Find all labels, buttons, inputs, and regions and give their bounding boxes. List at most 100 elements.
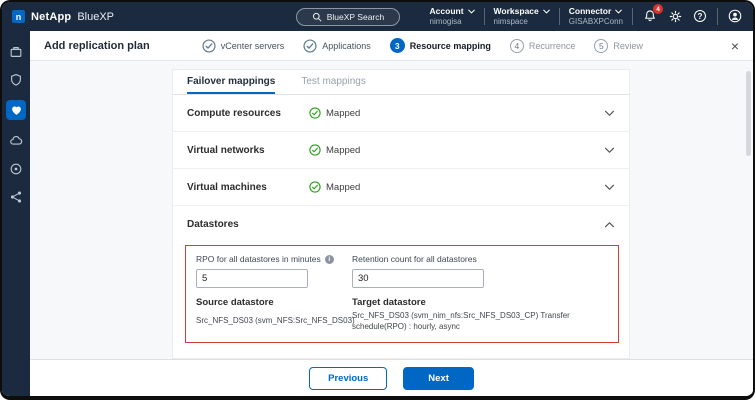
step-label: Resource mapping: [410, 41, 491, 51]
divider: [717, 8, 718, 25]
help-button[interactable]: ?: [692, 8, 708, 24]
step-vcenter-servers[interactable]: vCenter servers: [202, 39, 285, 53]
step-review[interactable]: 5 Review: [594, 39, 643, 53]
gear-icon: [669, 10, 682, 23]
step-resource-mapping[interactable]: 3 Resource mapping: [390, 38, 491, 53]
connector-label: Connector: [569, 7, 612, 17]
section-label: Virtual machines: [187, 182, 309, 193]
close-icon[interactable]: ×: [731, 39, 739, 53]
step-label: Applications: [322, 41, 371, 51]
mobility-nav-icon[interactable]: [9, 133, 24, 148]
notifications-button[interactable]: 4: [642, 8, 658, 24]
section-label: Virtual networks: [187, 145, 309, 156]
wizard-header: Add replication plan vCenter servers App…: [30, 31, 753, 61]
source-datastore-value: Src_NFS_DS03 (svm_NFS:Src_NFS_DS03): [196, 316, 344, 327]
brand-name: NetApp: [31, 11, 71, 23]
account-value: nimogisa: [430, 17, 475, 26]
chevron-down-icon: [468, 9, 475, 14]
mapped-status: Mapped: [309, 181, 360, 193]
step-complete-icon: [202, 39, 216, 53]
chevron-down-icon: [543, 9, 550, 14]
account-label: Account: [430, 7, 464, 17]
brand: n NetApp BlueXP: [12, 10, 114, 23]
scrollbar[interactable]: [746, 65, 751, 355]
notification-badge: 4: [653, 4, 663, 14]
netapp-logo-icon: n: [12, 10, 25, 23]
step-number-active: 3: [390, 38, 405, 53]
section-label: Compute resources: [187, 108, 309, 119]
step-applications[interactable]: Applications: [303, 39, 371, 53]
target-datastore-value: Src_NFS_DS03 (svm_nim_nfs:Src_NFS_DS03_C…: [352, 311, 608, 333]
main-content: Failover mappings Test mappings Compute …: [30, 61, 753, 359]
chevron-up-icon[interactable]: [604, 221, 615, 228]
wizard-footer: Previous Next: [30, 359, 753, 396]
step-recurrence[interactable]: 4 Recurrence: [510, 39, 576, 53]
search-icon: [312, 12, 322, 22]
scrollbar-thumb[interactable]: [746, 71, 751, 156]
governance-nav-icon[interactable]: [9, 161, 24, 176]
section-virtual-networks[interactable]: Virtual networks Mapped: [173, 132, 629, 169]
status-text: Mapped: [326, 108, 360, 119]
step-label: vCenter servers: [221, 41, 285, 51]
top-bar: n NetApp BlueXP BlueXP Search Account ni…: [2, 2, 753, 31]
previous-button[interactable]: Previous: [309, 367, 387, 390]
workspace-label: Workspace: [494, 7, 539, 17]
search-label: BlueXP Search: [327, 12, 385, 22]
storage-nav-icon[interactable]: [9, 44, 24, 59]
health-nav-icon[interactable]: [9, 72, 24, 87]
user-menu-button[interactable]: [727, 8, 743, 24]
step-label: Recurrence: [529, 41, 576, 51]
chevron-down-icon[interactable]: [604, 147, 615, 154]
status-text: Mapped: [326, 182, 360, 193]
stepper: vCenter servers Applications 3 Resource …: [202, 38, 643, 53]
source-datastore-header: Source datastore: [196, 297, 344, 308]
left-nav: [2, 31, 30, 396]
brand-product: BlueXP: [77, 11, 114, 23]
section-compute-resources[interactable]: Compute resources Mapped: [173, 95, 629, 132]
step-number: 5: [594, 39, 608, 53]
rpo-input[interactable]: [196, 269, 308, 288]
bluexp-window: n NetApp BlueXP BlueXP Search Account ni…: [0, 0, 755, 400]
tab-failover-mappings[interactable]: Failover mappings: [187, 70, 275, 94]
retention-label: Retention count for all datastores: [352, 254, 608, 264]
chevron-down-icon: [615, 9, 622, 14]
divider: [484, 8, 485, 25]
settings-button[interactable]: [667, 8, 683, 24]
tabs: Failover mappings Test mappings: [173, 70, 629, 95]
connector-value: GISABXPConn: [569, 17, 623, 26]
page-title: Add replication plan: [44, 40, 150, 52]
datastores-highlight-box: RPO for all datastores in minutes i Rete…: [185, 245, 619, 343]
chevron-down-icon[interactable]: [604, 110, 615, 117]
step-number: 4: [510, 39, 524, 53]
chevron-down-icon[interactable]: [604, 184, 615, 191]
account-selector[interactable]: Account nimogisa: [430, 7, 475, 26]
mapped-status: Mapped: [309, 144, 360, 156]
divider: [632, 8, 633, 25]
section-label: Datastores: [187, 219, 309, 230]
help-icon: ?: [694, 10, 706, 22]
section-datastores[interactable]: Datastores: [173, 206, 629, 242]
check-circle-icon: [309, 181, 321, 193]
next-button[interactable]: Next: [403, 367, 474, 390]
top-right-cluster: Account nimogisa Workspace nimspace Conn…: [430, 7, 743, 26]
section-virtual-machines[interactable]: Virtual machines Mapped: [173, 169, 629, 206]
mappings-card: Failover mappings Test mappings Compute …: [172, 69, 630, 359]
rpo-label-text: RPO for all datastores in minutes: [196, 254, 321, 264]
target-datastore-header: Target datastore: [352, 297, 608, 308]
divider: [559, 8, 560, 25]
user-icon: [728, 9, 742, 23]
tab-test-mappings[interactable]: Test mappings: [301, 70, 365, 94]
bluexp-search[interactable]: BlueXP Search: [296, 8, 400, 26]
rpo-label: RPO for all datastores in minutes i: [196, 254, 344, 264]
check-circle-icon: [309, 107, 321, 119]
workspace-selector[interactable]: Workspace nimspace: [494, 7, 550, 26]
retention-input[interactable]: [352, 269, 484, 288]
connector-selector[interactable]: Connector GISABXPConn: [569, 7, 623, 26]
info-icon[interactable]: i: [325, 255, 334, 264]
status-text: Mapped: [326, 145, 360, 156]
protection-nav-icon-active[interactable]: [6, 100, 26, 120]
mapped-status: Mapped: [309, 107, 360, 119]
workspace-value: nimspace: [494, 17, 550, 26]
check-circle-icon: [309, 144, 321, 156]
share-nav-icon[interactable]: [9, 189, 24, 204]
